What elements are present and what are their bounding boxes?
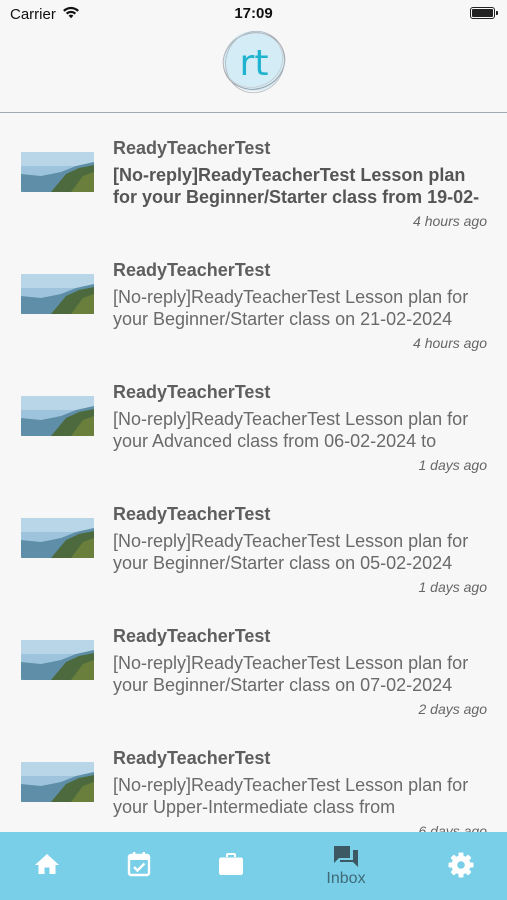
- clock: 17:09: [234, 5, 273, 22]
- message-time: 4 hours ago: [413, 213, 487, 229]
- message-subject: [No-reply]ReadyTeacherTest Lesson plan f…: [113, 409, 469, 451]
- message-time: 1 days ago: [418, 579, 488, 595]
- message-time: 1 days ago: [418, 457, 488, 473]
- list-item[interactable]: ReadyTeacherTest [No-reply]ReadyTeacherT…: [0, 114, 507, 236]
- calendar-check-icon: [127, 852, 151, 877]
- tab-calendar[interactable]: [89, 832, 189, 900]
- battery-icon: [470, 7, 498, 19]
- tab-settings[interactable]: [411, 832, 507, 900]
- list-item[interactable]: ReadyTeacherTest [No-reply]ReadyTeacherT…: [0, 358, 507, 480]
- message-thumbnail: [21, 640, 94, 680]
- message-subject: [No-reply]ReadyTeacherTest Lesson plan f…: [113, 287, 469, 329]
- message-sender: ReadyTeacherTest: [113, 504, 271, 524]
- message-thumbnail: [21, 396, 94, 436]
- gear-icon: [448, 852, 474, 878]
- list-item[interactable]: ReadyTeacherTest [No-reply]ReadyTeacherT…: [0, 602, 507, 724]
- list-item[interactable]: ReadyTeacherTest [No-reply]ReadyTeacherT…: [0, 480, 507, 602]
- home-icon: [35, 854, 59, 874]
- tab-work[interactable]: [181, 832, 281, 900]
- message-sender: ReadyTeacherTest: [113, 382, 271, 402]
- message-list[interactable]: ReadyTeacherTest [No-reply]ReadyTeacherT…: [0, 114, 507, 832]
- briefcase-icon: [219, 853, 243, 875]
- tab-inbox[interactable]: Inbox: [296, 832, 396, 900]
- message-subject: [No-reply]ReadyTeacherTest Lesson plan f…: [113, 531, 469, 573]
- message-thumbnail: [21, 762, 94, 802]
- message-thumbnail: [21, 274, 94, 314]
- list-item[interactable]: ReadyTeacherTest [No-reply]ReadyTeacherT…: [0, 724, 507, 832]
- status-bar: Carrier 17:09: [0, 0, 507, 28]
- app-logo: rt: [222, 30, 286, 94]
- tab-inbox-label: Inbox: [326, 870, 366, 887]
- app-header: rt: [0, 28, 507, 113]
- tab-home[interactable]: [0, 832, 97, 900]
- message-sender: ReadyTeacherTest: [113, 138, 271, 158]
- tab-bar: Inbox: [0, 832, 507, 900]
- message-sender: ReadyTeacherTest: [113, 748, 271, 768]
- message-time: 4 hours ago: [413, 335, 487, 351]
- message-sender: ReadyTeacherTest: [113, 260, 271, 280]
- message-time: 2 days ago: [418, 701, 488, 717]
- message-thumbnail: [21, 152, 94, 192]
- message-subject: [No-reply]ReadyTeacherTest Lesson plan f…: [113, 775, 469, 817]
- message-thumbnail: [21, 518, 94, 558]
- message-subject: [No-reply]ReadyTeacherTest Lesson plan f…: [113, 165, 480, 210]
- chat-bubbles-icon: [334, 846, 358, 867]
- message-subject: [No-reply]ReadyTeacherTest Lesson plan f…: [113, 653, 469, 695]
- list-item[interactable]: ReadyTeacherTest [No-reply]ReadyTeacherT…: [0, 236, 507, 358]
- message-sender: ReadyTeacherTest: [113, 626, 271, 646]
- message-time: 6 days ago: [418, 823, 488, 832]
- svg-text:rt: rt: [240, 43, 269, 84]
